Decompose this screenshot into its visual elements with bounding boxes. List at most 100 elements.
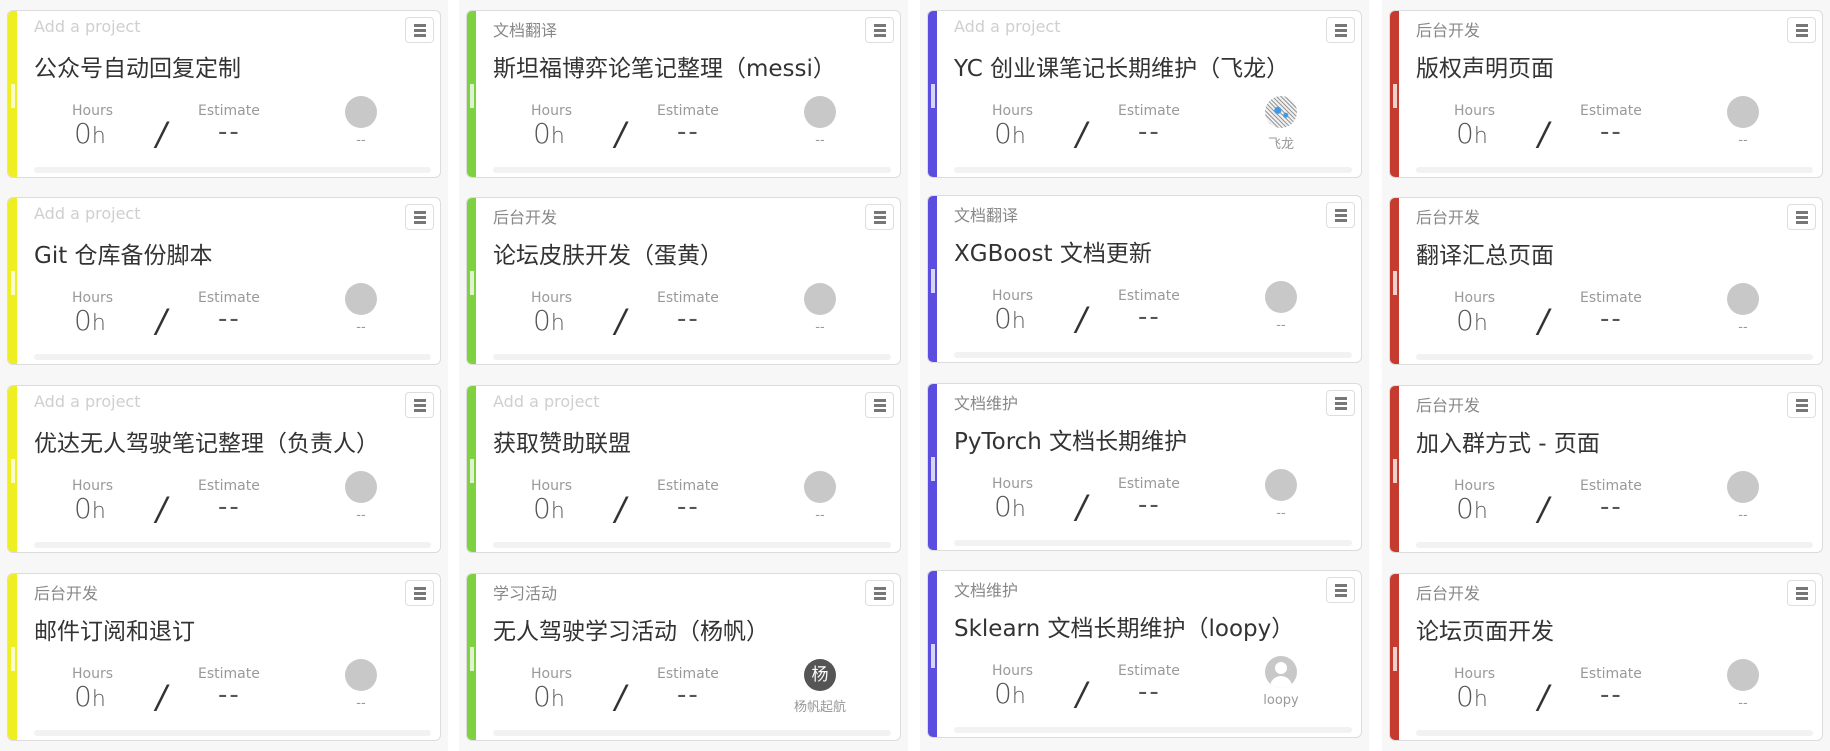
assignee-avatar[interactable] [1727, 96, 1759, 128]
estimate-value[interactable]: -- [1138, 302, 1161, 332]
project-field[interactable]: 后台开发 [34, 580, 98, 604]
estimate-value[interactable]: -- [218, 117, 241, 147]
card-menu-button[interactable] [1326, 577, 1355, 603]
card-menu-button[interactable] [405, 204, 434, 230]
task-card[interactable]: 后台开发 加入群方式 - 页面 Hours Estimate 0h / -- -… [1389, 385, 1823, 553]
card-title[interactable]: 加入群方式 - 页面 [1416, 424, 1600, 458]
card-title[interactable]: 斯坦福博弈论笔记整理（messi） [493, 49, 836, 83]
estimate-value[interactable]: -- [677, 117, 700, 147]
estimate-value[interactable]: -- [218, 680, 241, 710]
card-menu-button[interactable] [1326, 390, 1355, 416]
estimate-value[interactable]: -- [1138, 490, 1161, 520]
estimate-value[interactable]: -- [1138, 677, 1161, 707]
card-title[interactable]: 邮件订阅和退订 [34, 612, 195, 646]
project-field[interactable]: 后台开发 [493, 204, 557, 228]
drag-handle-icon[interactable] [470, 459, 474, 483]
task-card[interactable]: 后台开发 版权声明页面 Hours Estimate 0h / -- -- [1389, 10, 1823, 178]
drag-handle-icon[interactable] [11, 84, 15, 108]
drag-handle-icon[interactable] [1393, 271, 1397, 295]
hours-value[interactable]: 0h [74, 492, 106, 525]
project-field[interactable]: Add a project [493, 392, 599, 411]
assignee-avatar[interactable] [1265, 469, 1297, 501]
card-menu-button[interactable] [1326, 17, 1355, 43]
card-menu-button[interactable] [865, 204, 894, 230]
hours-value[interactable]: 0h [994, 117, 1026, 150]
card-menu-button[interactable] [1326, 202, 1355, 228]
assignee-avatar[interactable] [345, 283, 377, 315]
card-menu-button[interactable] [1787, 17, 1816, 43]
card-menu-button[interactable] [405, 580, 434, 606]
project-field[interactable]: 文档翻译 [954, 202, 1018, 226]
card-title[interactable]: 论坛页面开发 [1416, 612, 1554, 646]
task-card[interactable]: Add a project 公众号自动回复定制 Hours Estimate 0… [7, 10, 441, 178]
card-menu-button[interactable] [405, 17, 434, 43]
drag-handle-icon[interactable] [931, 644, 935, 668]
task-card[interactable]: 文档翻译 XGBoost 文档更新 Hours Estimate 0h / --… [927, 195, 1362, 363]
hours-value[interactable]: 0h [533, 680, 565, 713]
card-menu-button[interactable] [405, 392, 434, 418]
assignee-avatar[interactable] [1265, 281, 1297, 313]
card-title[interactable]: XGBoost 文档更新 [954, 234, 1152, 268]
estimate-value[interactable]: -- [677, 304, 700, 334]
project-field[interactable]: 后台开发 [1416, 204, 1480, 228]
hours-value[interactable]: 0h [533, 117, 565, 150]
drag-handle-icon[interactable] [1393, 647, 1397, 671]
project-field[interactable]: 文档翻译 [493, 17, 557, 41]
card-title[interactable]: 翻译汇总页面 [1416, 236, 1554, 270]
card-title[interactable]: YC 创业课笔记长期维护（飞龙） [954, 49, 1289, 83]
project-field[interactable]: 后台开发 [1416, 17, 1480, 41]
card-title[interactable]: 无人驾驶学习活动（杨帆） [493, 612, 769, 646]
drag-handle-icon[interactable] [11, 459, 15, 483]
project-field[interactable]: 文档维护 [954, 390, 1018, 414]
project-field[interactable]: Add a project [34, 204, 140, 223]
project-field[interactable]: Add a project [34, 392, 140, 411]
card-title[interactable]: 获取赞助联盟 [493, 424, 631, 458]
hours-value[interactable]: 0h [1456, 680, 1488, 713]
assignee-avatar[interactable] [345, 659, 377, 691]
card-menu-button[interactable] [865, 17, 894, 43]
drag-handle-icon[interactable] [931, 84, 935, 108]
hours-value[interactable]: 0h [533, 304, 565, 337]
estimate-value[interactable]: -- [1600, 680, 1623, 710]
card-title[interactable]: 论坛皮肤开发（蛋黄） [493, 236, 723, 270]
assignee-avatar[interactable]: 杨 [804, 659, 836, 691]
hours-value[interactable]: 0h [533, 492, 565, 525]
estimate-value[interactable]: -- [1600, 304, 1623, 334]
card-title[interactable]: Sklearn 文档长期维护（loopy） [954, 609, 1294, 643]
card-title[interactable]: 优达无人驾驶笔记整理（负责人） [34, 424, 379, 458]
drag-handle-icon[interactable] [11, 647, 15, 671]
assignee-avatar[interactable] [804, 96, 836, 128]
card-title[interactable]: 公众号自动回复定制 [34, 49, 241, 83]
task-card[interactable]: 后台开发 邮件订阅和退订 Hours Estimate 0h / -- -- [7, 573, 441, 741]
estimate-value[interactable]: -- [677, 492, 700, 522]
card-title[interactable]: PyTorch 文档长期维护 [954, 422, 1187, 456]
card-title[interactable]: Git 仓库备份脚本 [34, 236, 213, 270]
hours-value[interactable]: 0h [74, 304, 106, 337]
estimate-value[interactable]: -- [677, 680, 700, 710]
task-card[interactable]: 后台开发 翻译汇总页面 Hours Estimate 0h / -- -- [1389, 197, 1823, 365]
drag-handle-icon[interactable] [470, 84, 474, 108]
task-card[interactable]: 文档翻译 斯坦福博弈论笔记整理（messi） Hours Estimate 0h… [466, 10, 901, 178]
task-card[interactable]: 后台开发 论坛页面开发 Hours Estimate 0h / -- -- [1389, 573, 1823, 741]
drag-handle-icon[interactable] [931, 269, 935, 293]
drag-handle-icon[interactable] [1393, 84, 1397, 108]
estimate-value[interactable]: -- [218, 304, 241, 334]
drag-handle-icon[interactable] [931, 457, 935, 481]
task-card[interactable]: 后台开发 论坛皮肤开发（蛋黄） Hours Estimate 0h / -- -… [466, 197, 901, 365]
hours-value[interactable]: 0h [1456, 117, 1488, 150]
hours-value[interactable]: 0h [994, 302, 1026, 335]
card-menu-button[interactable] [1787, 204, 1816, 230]
drag-handle-icon[interactable] [470, 647, 474, 671]
hours-value[interactable]: 0h [994, 490, 1026, 523]
assignee-avatar[interactable] [804, 471, 836, 503]
assignee-avatar[interactable] [1727, 283, 1759, 315]
task-card[interactable]: Add a project Git 仓库备份脚本 Hours Estimate … [7, 197, 441, 365]
project-field[interactable]: Add a project [34, 17, 140, 36]
card-title[interactable]: 版权声明页面 [1416, 49, 1554, 83]
hours-value[interactable]: 0h [994, 677, 1026, 710]
assignee-avatar[interactable] [804, 283, 836, 315]
assignee-avatar[interactable] [345, 471, 377, 503]
assignee-avatar[interactable] [1265, 96, 1297, 128]
assignee-avatar[interactable] [1727, 471, 1759, 503]
drag-handle-icon[interactable] [470, 271, 474, 295]
